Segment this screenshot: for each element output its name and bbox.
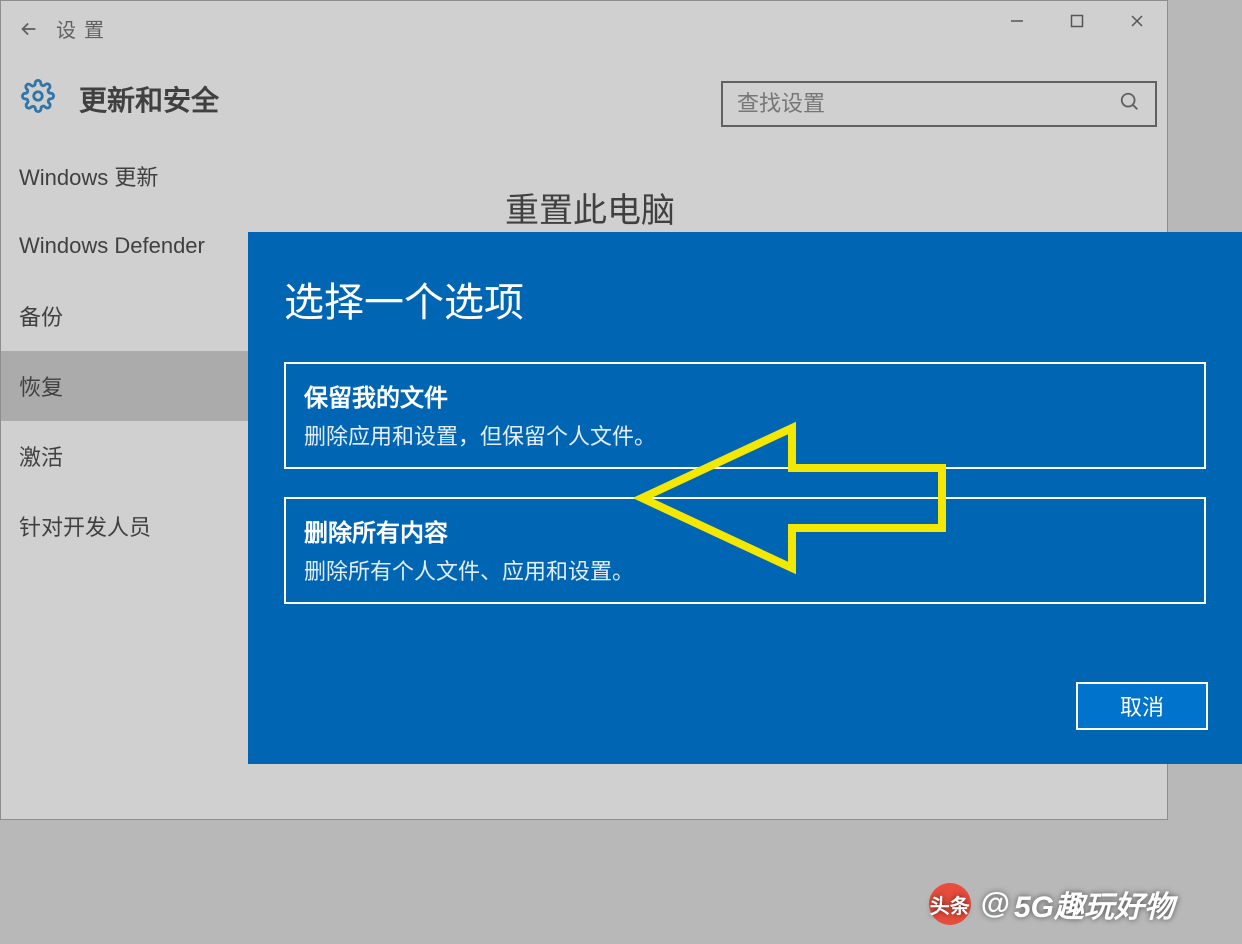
cancel-button[interactable]: 取消 bbox=[1076, 682, 1208, 730]
watermark-handle: 5G趣玩好物 bbox=[1014, 882, 1174, 926]
reset-dialog: 选择一个选项 保留我的文件 删除应用和设置，但保留个人文件。 删除所有内容 删除… bbox=[248, 232, 1242, 764]
main-heading: 重置此电脑 bbox=[505, 183, 1167, 232]
search-icon bbox=[1119, 91, 1141, 118]
close-button[interactable] bbox=[1107, 1, 1167, 41]
option-keep-files[interactable]: 保留我的文件 删除应用和设置，但保留个人文件。 bbox=[284, 362, 1206, 469]
maximize-icon bbox=[1070, 14, 1084, 28]
option-remove-all[interactable]: 删除所有内容 删除所有个人文件、应用和设置。 bbox=[284, 497, 1206, 604]
watermark: 头条 @ 5G趣玩好物 bbox=[929, 882, 1174, 926]
gear-icon bbox=[21, 79, 55, 118]
sidebar-item-label: 激活 bbox=[19, 440, 63, 472]
sidebar-item-windows-update[interactable]: Windows 更新 bbox=[1, 141, 471, 211]
option-desc: 删除所有个人文件、应用和设置。 bbox=[304, 554, 1186, 586]
minimize-button[interactable] bbox=[987, 1, 1047, 41]
cancel-label: 取消 bbox=[1120, 690, 1164, 722]
back-arrow-icon bbox=[18, 18, 40, 40]
sidebar-item-label: 恢复 bbox=[19, 370, 63, 402]
titlebar: 设置 bbox=[1, 1, 1167, 56]
sidebar-item-label: Windows Defender bbox=[19, 233, 205, 259]
maximize-button[interactable] bbox=[1047, 1, 1107, 41]
back-button[interactable] bbox=[1, 1, 56, 56]
sidebar-item-label: Windows 更新 bbox=[19, 160, 158, 192]
sidebar-item-label: 备份 bbox=[19, 300, 63, 332]
option-desc: 删除应用和设置，但保留个人文件。 bbox=[304, 419, 1186, 451]
watermark-at: @ bbox=[981, 887, 1010, 921]
search-input[interactable] bbox=[737, 91, 1119, 117]
watermark-logo: 头条 bbox=[929, 883, 971, 925]
option-title: 保留我的文件 bbox=[304, 378, 1186, 413]
minimize-icon bbox=[1010, 14, 1024, 28]
window-title: 设置 bbox=[56, 14, 112, 43]
close-icon bbox=[1130, 14, 1144, 28]
window-controls bbox=[987, 1, 1167, 41]
option-title: 删除所有内容 bbox=[304, 513, 1186, 548]
dialog-title: 选择一个选项 bbox=[284, 270, 1242, 328]
search-box[interactable] bbox=[721, 81, 1157, 127]
sidebar-item-label: 针对开发人员 bbox=[19, 510, 151, 542]
page-title: 更新和安全 bbox=[79, 79, 219, 119]
